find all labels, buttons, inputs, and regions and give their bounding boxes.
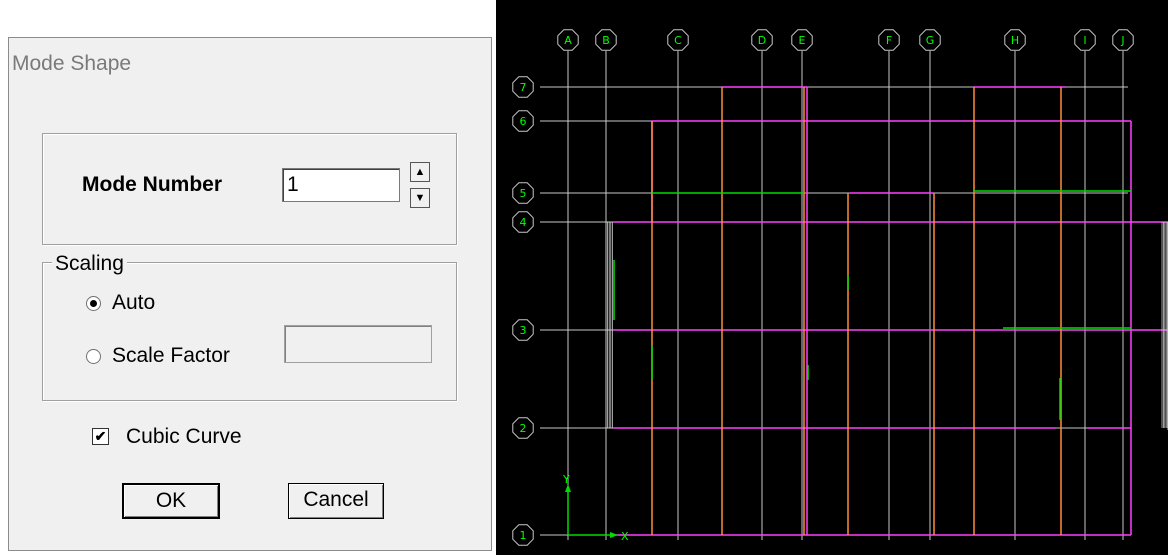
grid-label-C: C xyxy=(674,34,682,47)
grid-label-G: G xyxy=(926,34,935,47)
grid-label-4: 4 xyxy=(520,216,527,229)
y-axis-label: Y xyxy=(562,473,570,486)
cancel-button[interactable]: Cancel xyxy=(288,483,384,519)
ok-button[interactable]: OK xyxy=(122,483,220,519)
grid-label-3: 3 xyxy=(520,324,527,337)
grid-label-5: 5 xyxy=(520,187,527,200)
grid-label-7: 7 xyxy=(520,81,527,94)
grid-label-2: 2 xyxy=(520,422,527,435)
x-axis-arrowhead xyxy=(610,532,618,538)
grid-label-A: A xyxy=(564,34,572,47)
scale-factor-radio-label[interactable]: Scale Factor xyxy=(112,344,230,368)
grid-label-D: D xyxy=(758,34,766,47)
checkmark-icon: ✔ xyxy=(94,428,107,444)
scaling-legend: Scaling xyxy=(52,252,127,276)
cubic-curve-checkbox[interactable]: ✔ xyxy=(92,428,109,445)
grid-label-6: 6 xyxy=(520,115,527,128)
grid-label-J: J xyxy=(1120,34,1124,47)
scale-factor-input[interactable] xyxy=(284,325,432,363)
spin-up-arrow-icon: ▲ xyxy=(414,166,426,178)
auto-radio[interactable] xyxy=(86,296,101,311)
cubic-curve-label[interactable]: Cubic Curve xyxy=(126,425,242,449)
scale-factor-radio[interactable] xyxy=(86,349,101,364)
grid-label-B: B xyxy=(602,34,610,47)
mode-number-label: Mode Number xyxy=(82,173,223,196)
grid-label-1: 1 xyxy=(520,529,527,542)
dialog-title: Mode Shape xyxy=(12,52,132,75)
grid-label-E: E xyxy=(799,34,806,47)
mode-shape-dialog: Mode Shape Mode Number 1 ▲ ▼ Scaling Aut… xyxy=(0,0,495,555)
spin-down-button[interactable]: ▼ xyxy=(410,188,430,208)
plan-view-canvas[interactable]: A B C D E F G H I J 1 2 3 4 5 6 7 Y X xyxy=(496,0,1168,555)
grid-label-F: F xyxy=(886,34,892,47)
spin-up-button[interactable]: ▲ xyxy=(410,162,430,182)
spin-down-arrow-icon: ▼ xyxy=(414,192,426,204)
auto-radio-label[interactable]: Auto xyxy=(112,291,155,315)
grid-label-H: H xyxy=(1011,34,1019,47)
grid-label-I: I xyxy=(1083,34,1086,47)
mode-number-input[interactable]: 1 xyxy=(282,168,400,202)
mode-shape-plan: A B C D E F G H I J 1 2 3 4 5 6 7 Y X xyxy=(512,29,1168,546)
x-axis-label: X xyxy=(621,530,629,543)
